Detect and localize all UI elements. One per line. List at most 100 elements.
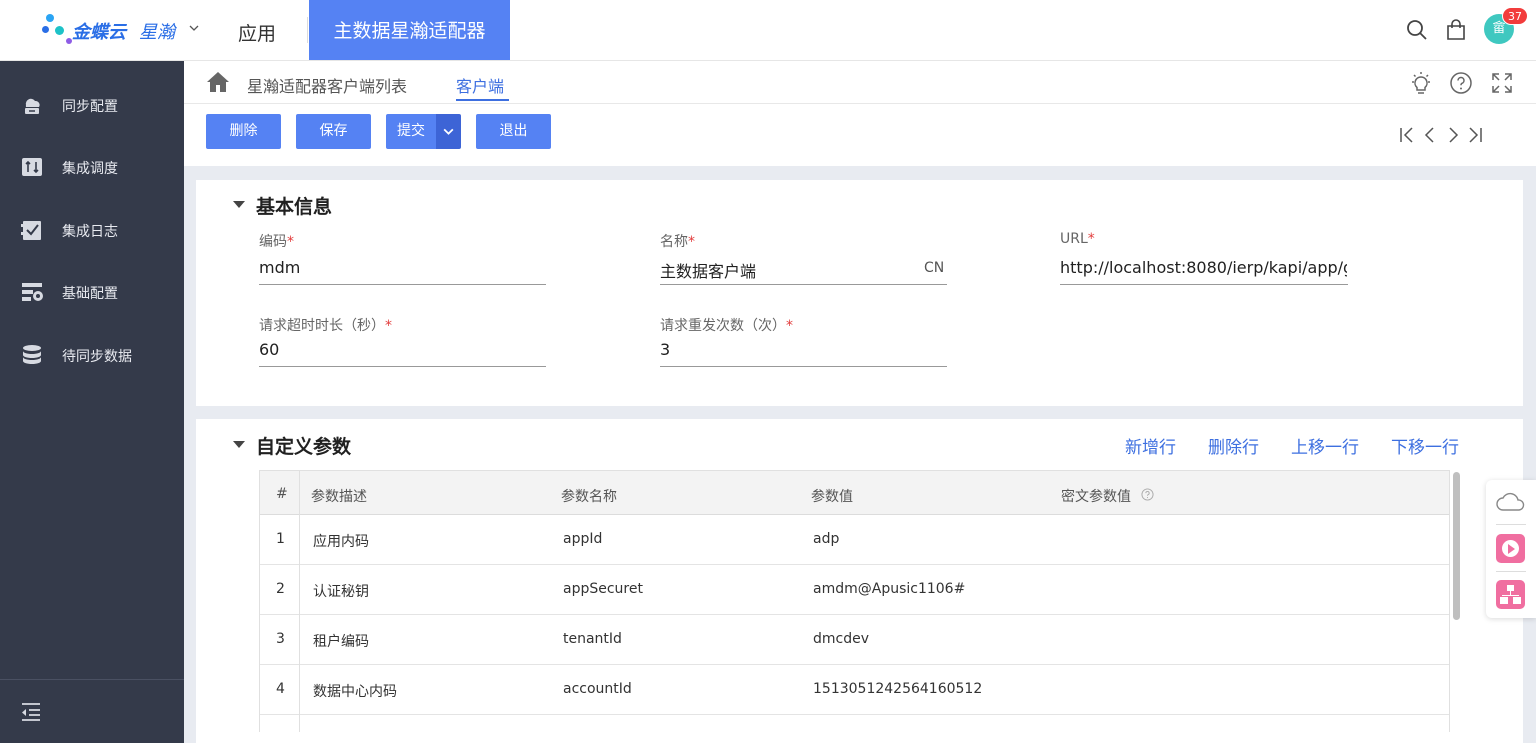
code-field[interactable]: mdm: [259, 258, 544, 277]
logo-dots-icon: [42, 12, 76, 48]
move-up-link[interactable]: 上移一行: [1291, 433, 1359, 458]
name-field[interactable]: 主数据客户端: [660, 258, 910, 282]
table-row[interactable]: 3 租户编码 tenantId dmcdev: [260, 615, 1449, 665]
row-desc[interactable]: 数据中心内码: [313, 681, 397, 701]
collapse-caret-icon[interactable]: [233, 201, 245, 208]
row-desc[interactable]: 应用内码: [313, 531, 369, 551]
toolbar: 删除 保存 提交 退出: [184, 104, 1536, 166]
column-divider: [299, 471, 300, 732]
row-desc[interactable]: 认证秘钥: [313, 581, 369, 601]
chevron-down-icon[interactable]: [188, 22, 200, 34]
kingdee-logo[interactable]: 金蝶云 星瀚: [42, 10, 212, 50]
submit-button[interactable]: 提交: [386, 114, 436, 149]
table-row[interactable]: 4 数据中心内码 accountId 1513051242564160512: [260, 665, 1449, 715]
sidebar-item-pending-data[interactable]: 待同步数据: [0, 335, 184, 375]
sidebar-item-label: 同步配置: [62, 99, 118, 115]
cloud-icon[interactable]: [1495, 490, 1527, 514]
first-page-icon[interactable]: [1399, 127, 1415, 143]
nav-divider: [307, 17, 308, 43]
top-bar: 金蝶云 星瀚 应用 主数据星瀚适配器 畲 37: [0, 0, 1536, 61]
nav-tab-active[interactable]: 主数据星瀚适配器: [309, 0, 510, 60]
shopping-bag-icon[interactable]: [1444, 18, 1468, 42]
org-chart-icon[interactable]: [1496, 580, 1525, 609]
delete-row-link[interactable]: 删除行: [1208, 433, 1259, 458]
breadcrumb-current[interactable]: 客户端: [456, 73, 504, 97]
log-icon: [21, 221, 41, 240]
sidebar-item-label: 集成调度: [62, 161, 118, 177]
basic-info-title: 基本信息: [256, 196, 333, 218]
sidebar-item-integration-schedule[interactable]: 集成调度: [0, 147, 184, 187]
help-icon[interactable]: [1141, 488, 1154, 501]
table-row[interactable]: 1 应用内码 appId adp: [260, 515, 1449, 565]
timeout-label: 请求超时时长（秒）*: [259, 318, 392, 334]
row-index: 4: [276, 681, 285, 697]
table-scrollbar[interactable]: [1453, 472, 1460, 620]
timeout-field[interactable]: 60: [259, 340, 544, 359]
breadcrumb: 星瀚适配器客户端列表 客户端: [184, 61, 1536, 104]
sidebar-item-integration-log[interactable]: 集成日志: [0, 210, 184, 250]
row-name[interactable]: tenantId: [563, 631, 622, 647]
table-header: # 参数描述 参数名称 参数值 密文参数值: [260, 471, 1449, 515]
column-header-index: #: [276, 486, 288, 502]
media-app-icon[interactable]: [1496, 534, 1525, 563]
logo-subtext: 星瀚: [139, 22, 175, 43]
url-underline: [1060, 284, 1348, 285]
code-underline: [259, 284, 546, 285]
sidebar-divider: [0, 679, 184, 680]
sidebar-item-label: 基础配置: [62, 286, 118, 302]
row-value[interactable]: amdm@Apusic1106#: [813, 581, 965, 597]
custom-params-title: 自定义参数: [256, 436, 352, 458]
panel-divider: [1496, 571, 1526, 572]
previous-icon[interactable]: [1422, 127, 1438, 143]
row-value[interactable]: adp: [813, 531, 839, 547]
sidebar-item-sync-config[interactable]: 同步配置: [0, 85, 184, 125]
url-field[interactable]: http://localhost:8080/ierp/kapi/app/gov: [1060, 258, 1347, 277]
url-label: URL*: [1060, 231, 1095, 247]
row-desc[interactable]: 租户编码: [313, 631, 369, 651]
row-name[interactable]: accountId: [563, 681, 632, 697]
add-row-link[interactable]: 新增行: [1125, 433, 1176, 458]
collapse-caret-icon[interactable]: [233, 441, 245, 448]
sidebar-item-label: 待同步数据: [62, 349, 132, 365]
next-icon[interactable]: [1445, 127, 1461, 143]
timeout-underline: [259, 366, 546, 367]
breadcrumb-parent[interactable]: 星瀚适配器客户端列表: [247, 73, 407, 97]
search-icon[interactable]: [1405, 18, 1429, 42]
floating-tool-panel: [1486, 480, 1536, 618]
cloud-sync-icon: [25, 98, 40, 114]
settings-list-icon: [22, 283, 43, 301]
lightbulb-icon[interactable]: [1409, 71, 1433, 95]
row-value[interactable]: 1513051242564160512: [813, 681, 982, 697]
last-page-icon[interactable]: [1467, 127, 1483, 143]
home-icon[interactable]: [206, 71, 230, 93]
help-icon[interactable]: [1449, 71, 1473, 95]
schedule-icon: [22, 158, 42, 176]
logo-text: 金蝶云: [72, 22, 126, 43]
collapse-menu-icon[interactable]: [20, 701, 42, 723]
row-name[interactable]: appId: [563, 531, 602, 547]
name-underline: [660, 284, 947, 285]
column-header-secret[interactable]: 密文参数值: [1061, 486, 1131, 506]
fullscreen-icon[interactable]: [1490, 71, 1514, 95]
nav-app[interactable]: 应用: [238, 19, 276, 46]
table-row[interactable]: 2 认证秘钥 appSecuret amdm@Apusic1106#: [260, 565, 1449, 615]
exit-button[interactable]: 退出: [476, 114, 551, 149]
column-header-desc[interactable]: 参数描述: [311, 486, 367, 506]
retry-field[interactable]: 3: [660, 340, 945, 359]
notification-badge: 37: [1502, 7, 1528, 25]
retry-label: 请求重发次数（次）*: [660, 318, 793, 334]
code-label: 编码*: [259, 234, 294, 250]
params-table: # 参数描述 参数名称 参数值 密文参数值 1 应用内码 appId adp 2…: [259, 470, 1450, 732]
language-indicator[interactable]: CN: [924, 260, 944, 276]
row-value[interactable]: dmcdev: [813, 631, 869, 647]
submit-dropdown-button[interactable]: [436, 114, 461, 149]
save-button[interactable]: 保存: [296, 114, 371, 149]
sidebar-item-basic-config[interactable]: 基础配置: [0, 272, 184, 312]
move-down-link[interactable]: 下移一行: [1391, 433, 1459, 458]
row-name[interactable]: appSecuret: [563, 581, 643, 597]
database-icon: [23, 345, 41, 364]
active-tab-underline: [456, 99, 509, 101]
column-header-name[interactable]: 参数名称: [561, 486, 617, 506]
delete-button[interactable]: 删除: [206, 114, 281, 149]
column-header-value[interactable]: 参数值: [811, 486, 853, 506]
